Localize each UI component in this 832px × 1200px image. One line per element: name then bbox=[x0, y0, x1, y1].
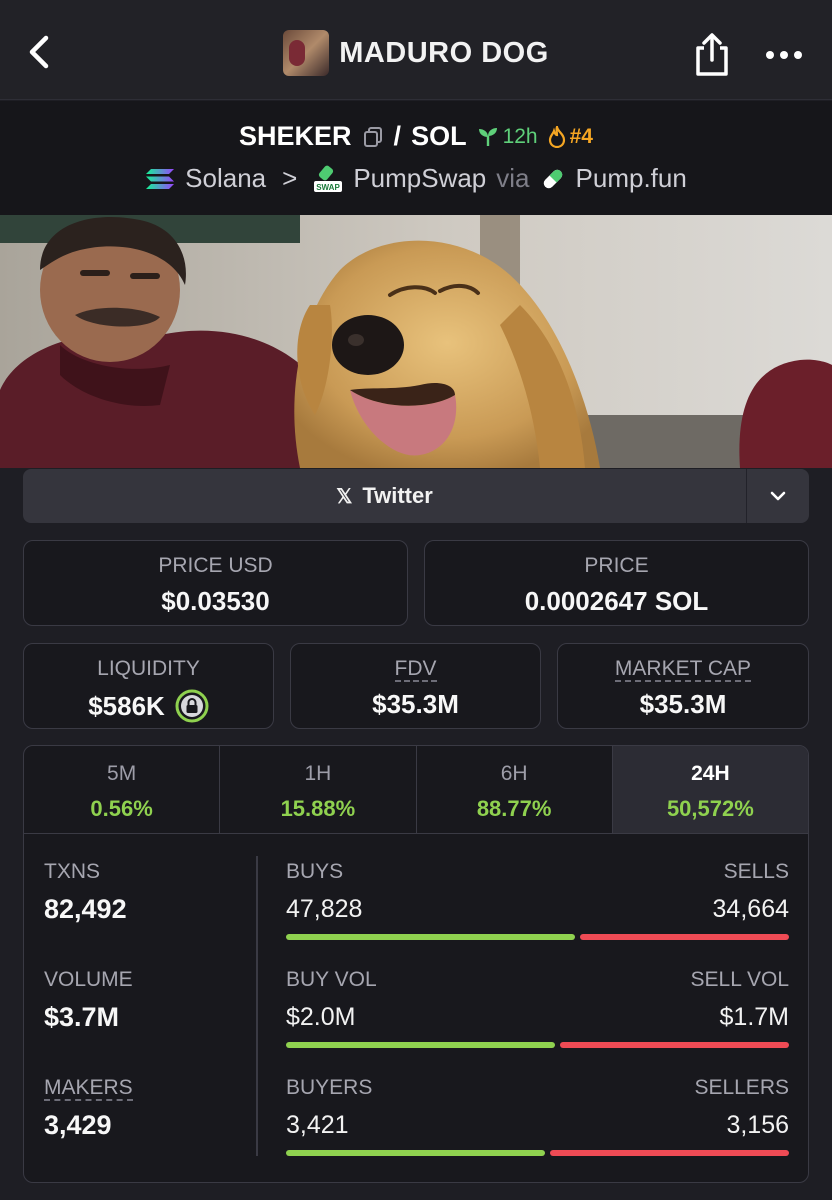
buyers-sellers-bar bbox=[286, 1150, 789, 1156]
share-icon[interactable] bbox=[692, 32, 732, 78]
seedling-icon bbox=[478, 127, 497, 146]
tab-label: 24H bbox=[691, 762, 730, 785]
buys-value: 47,828 bbox=[286, 895, 363, 923]
liquidity-label: LIQUIDITY bbox=[97, 657, 200, 680]
tab-1h[interactable]: 1H 15.88% bbox=[220, 746, 417, 833]
token-title: MADURO DOG bbox=[339, 36, 549, 69]
sell-volume-label: SELL VOL bbox=[690, 968, 789, 991]
txns-label: TXNS bbox=[44, 860, 101, 883]
quote-symbol: SOL bbox=[411, 121, 467, 151]
tab-5m[interactable]: 5M 0.56% bbox=[24, 746, 221, 833]
x-logo-icon: 𝕏 bbox=[336, 485, 353, 508]
sells-label: SELLS bbox=[723, 860, 789, 883]
sellers-value: 3,156 bbox=[726, 1111, 789, 1139]
swap-badge-text: SWAP bbox=[317, 183, 341, 192]
buy-share-bar bbox=[286, 934, 575, 940]
tab-label: 1H bbox=[304, 762, 332, 785]
buy-volume-value: $2.0M bbox=[286, 1003, 356, 1031]
pair-separator: / bbox=[393, 121, 402, 151]
launchpad-name[interactable]: Pump.fun bbox=[576, 163, 687, 194]
trading-stats-panel: 5M 0.56% 1H 15.88% 6H 88.77% 24H 50,572%… bbox=[23, 745, 809, 1183]
pair-age: 12h bbox=[477, 125, 538, 149]
sell-share-bar bbox=[579, 934, 789, 940]
twitter-label: Twitter bbox=[362, 483, 433, 508]
fdv-value: $35.3M bbox=[372, 689, 459, 719]
token-avatar bbox=[283, 30, 330, 76]
market-cap-value: $35.3M bbox=[639, 689, 727, 719]
volume-bar bbox=[286, 1042, 789, 1048]
more-options-icon[interactable] bbox=[764, 48, 804, 62]
pumpswap-icon: SWAP bbox=[314, 165, 343, 192]
base-symbol: SHEKER bbox=[239, 121, 352, 151]
tab-change: 15.88% bbox=[280, 796, 356, 821]
tab-label: 5M bbox=[107, 762, 137, 785]
txns-value: 82,492 bbox=[44, 894, 127, 924]
market-cap-card[interactable]: MARKET CAP $35.3M bbox=[557, 643, 809, 729]
buy-volume-label: BUY VOL bbox=[286, 968, 377, 991]
sell-volume-share-bar bbox=[559, 1042, 789, 1048]
column-divider bbox=[256, 856, 258, 1156]
pair-info: SHEKER / SOL 12h #4 Solana > SWAP PumpSw… bbox=[0, 101, 832, 215]
makers-metric[interactable]: MAKERS 3,429 bbox=[44, 1076, 133, 1141]
liquidity-value: $586K bbox=[88, 690, 165, 721]
twitter-link-button[interactable]: 𝕏 Twitter bbox=[23, 469, 746, 523]
price-usd-value: $0.03530 bbox=[161, 586, 270, 616]
price-native-card: PRICE 0.0002647 SOL bbox=[424, 540, 809, 626]
fdv-label: FDV bbox=[394, 657, 437, 682]
links-dropdown-button[interactable] bbox=[746, 469, 809, 523]
via-label: via bbox=[496, 163, 530, 193]
volume-value: $3.7M bbox=[44, 1002, 120, 1032]
buy-volume-share-bar bbox=[286, 1042, 555, 1048]
volume-metric: VOLUME $3.7M bbox=[44, 968, 133, 1033]
tab-6h[interactable]: 6H 88.77% bbox=[417, 746, 613, 833]
liquidity-card: LIQUIDITY $586K bbox=[23, 643, 274, 729]
stats-body: TXNS 82,492 VOLUME $3.7M MAKERS 3,429 BU… bbox=[24, 834, 808, 1182]
buyers-sellers-row: BUYERS SELLERS 3,421 3,156 bbox=[286, 1076, 789, 1156]
copy-icon[interactable] bbox=[362, 126, 384, 148]
tab-change: 50,572% bbox=[666, 796, 754, 821]
tab-label: 6H bbox=[500, 762, 528, 785]
dex-name[interactable]: PumpSwap bbox=[353, 163, 486, 194]
makers-value: 3,429 bbox=[44, 1110, 112, 1140]
trending-rank-value: #4 bbox=[569, 124, 593, 148]
tab-change: 88.77% bbox=[476, 796, 552, 821]
seller-share-bar bbox=[549, 1150, 789, 1156]
trending-rank[interactable]: #4 bbox=[548, 125, 593, 149]
price-native-value: 0.0002647 SOL bbox=[524, 586, 709, 616]
buys-label: BUYS bbox=[286, 860, 344, 883]
price-native-label: PRICE bbox=[584, 554, 649, 577]
sell-volume-value: $1.7M bbox=[719, 1003, 789, 1031]
price-usd-card: PRICE USD $0.03530 bbox=[23, 540, 408, 626]
buyers-label: BUYERS bbox=[286, 1076, 373, 1099]
market-cap-label: MARKET CAP bbox=[614, 657, 752, 682]
sellers-label: SELLERS bbox=[694, 1076, 789, 1099]
top-bar: MADURO DOG bbox=[0, 0, 832, 100]
token-banner-image bbox=[0, 215, 832, 468]
sells-value: 34,664 bbox=[712, 895, 789, 923]
buyer-share-bar bbox=[286, 1150, 545, 1156]
flame-icon bbox=[548, 125, 565, 148]
tab-change: 0.56% bbox=[90, 796, 153, 821]
buys-sells-bar bbox=[286, 934, 789, 940]
pair-age-value: 12h bbox=[502, 124, 538, 148]
price-usd-label: PRICE USD bbox=[158, 554, 273, 577]
buyers-value: 3,421 bbox=[286, 1111, 349, 1139]
social-links-bar: 𝕏 Twitter bbox=[23, 469, 809, 523]
buys-sells-row: BUYS SELLS 47,828 34,664 bbox=[286, 860, 789, 940]
buy-sell-volume-row: BUY VOL SELL VOL $2.0M $1.7M bbox=[286, 968, 789, 1048]
breadcrumb-chevron: > bbox=[282, 163, 298, 193]
pill-icon bbox=[543, 169, 562, 188]
chevron-down-icon bbox=[770, 491, 786, 501]
timeframe-tabs: 5M 0.56% 1H 15.88% 6H 88.77% 24H 50,572% bbox=[24, 746, 808, 834]
fdv-card[interactable]: FDV $35.3M bbox=[290, 643, 541, 729]
lock-icon[interactable] bbox=[175, 689, 209, 723]
makers-label: MAKERS bbox=[44, 1076, 133, 1101]
volume-label: VOLUME bbox=[44, 968, 133, 991]
tab-24h[interactable]: 24H 50,572% bbox=[612, 746, 808, 833]
solana-icon bbox=[146, 168, 175, 189]
txns-metric: TXNS 82,492 bbox=[44, 860, 127, 925]
chain-name[interactable]: Solana bbox=[185, 163, 266, 194]
